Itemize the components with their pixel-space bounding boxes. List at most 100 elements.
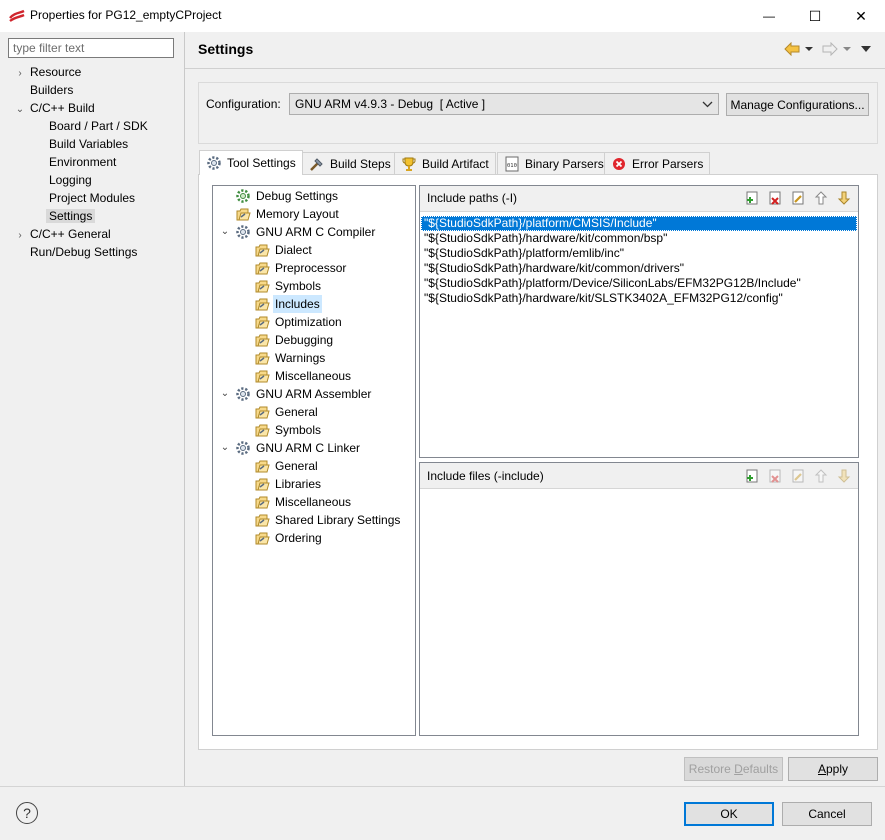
nav-item-build-variables[interactable]: Build Variables <box>13 135 181 153</box>
tree-item-memory-layout[interactable]: Memory Layout <box>213 205 415 223</box>
delete-icon[interactable] <box>766 467 784 485</box>
tree-item-label: Ordering <box>275 531 322 545</box>
nav-item-environment[interactable]: Environment <box>13 153 181 171</box>
tree-item-gnu-arm-assembler[interactable]: ⌄ GNU ARM Assembler <box>213 385 415 403</box>
move-down-icon[interactable] <box>835 189 853 207</box>
tree-item-ordering[interactable]: Ordering <box>213 529 415 547</box>
add-icon[interactable] <box>743 189 761 207</box>
tree-item-dialect[interactable]: Dialect <box>213 241 415 259</box>
forward-button[interactable] <box>822 41 852 57</box>
tree-item-label: Libraries <box>275 477 322 491</box>
nav-item-resource[interactable]: › Resource <box>13 63 181 81</box>
option-page-icon <box>254 494 270 510</box>
error-parser-icon <box>613 157 625 170</box>
tree-item-preprocessor[interactable]: Preprocessor <box>213 259 415 277</box>
tree-item-label: Preprocessor <box>275 261 347 275</box>
tree-item-optimization[interactable]: Optimization <box>213 313 415 331</box>
view-menu-button[interactable] <box>860 41 872 57</box>
move-up-icon[interactable] <box>812 189 830 207</box>
tab-build-artifact[interactable]: Build Artifact <box>394 152 496 174</box>
apply-button[interactable]: Apply <box>788 757 878 781</box>
trophy-icon <box>402 157 416 171</box>
nav-item-c-c-build[interactable]: ⌄ C/C++ Build <box>13 99 181 117</box>
include-paths-list[interactable]: "${StudioSdkPath}/platform/CMSIS/Include… <box>421 216 857 306</box>
tree-item-label: General <box>275 459 318 473</box>
move-down-icon[interactable] <box>835 467 853 485</box>
minimize-button[interactable]: — <box>746 0 792 32</box>
expanded-chevron-icon[interactable]: ⌄ <box>13 101 27 119</box>
header-separator <box>185 68 885 69</box>
nav-item-label: Build Variables <box>49 137 129 151</box>
tree-item-miscellaneous[interactable]: Miscellaneous <box>213 493 415 511</box>
option-page-icon <box>254 512 270 528</box>
option-page-icon <box>254 296 270 312</box>
tab-error-parsers[interactable]: Error Parsers <box>604 152 711 174</box>
include-files-toolbar <box>743 467 853 485</box>
tab-build-steps[interactable]: Build Steps <box>302 152 398 174</box>
ok-button[interactable]: OK <box>684 802 774 826</box>
tab-binary-parsers[interactable]: 010 Binary Parsers <box>497 152 611 174</box>
tree-item-general[interactable]: General <box>213 457 415 475</box>
nav-item-logging[interactable]: Logging <box>13 171 181 189</box>
tool-gear-icon <box>235 386 251 402</box>
nav-item-label: Settings <box>46 209 96 223</box>
back-button[interactable] <box>784 41 814 57</box>
nav-item-builders[interactable]: Builders <box>13 81 181 99</box>
expanded-chevron-icon[interactable]: ⌄ <box>219 385 231 403</box>
tree-item-libraries[interactable]: Libraries <box>213 475 415 493</box>
nav-item-run-debug-settings[interactable]: Run/Debug Settings <box>13 243 181 261</box>
minimize-icon: — <box>763 9 775 23</box>
nav-item-label: Resource <box>30 65 82 79</box>
tool-gear-icon <box>235 224 251 240</box>
edit-icon[interactable] <box>789 467 807 485</box>
tree-item-warnings[interactable]: Warnings <box>213 349 415 367</box>
nav-item-board-part-sdk[interactable]: Board / Part / SDK <box>13 117 181 135</box>
tree-item-gnu-arm-c-compiler[interactable]: ⌄ GNU ARM C Compiler <box>213 223 415 241</box>
delete-icon[interactable] <box>766 189 784 207</box>
include-path-row[interactable]: "${StudioSdkPath}/hardware/kit/common/dr… <box>421 261 857 276</box>
filter-input[interactable] <box>8 38 174 58</box>
view-menu-icon <box>861 46 871 52</box>
add-icon[interactable] <box>743 467 761 485</box>
tree-item-shared-library-settings[interactable]: Shared Library Settings <box>213 511 415 529</box>
nav-item-project-modules[interactable]: Project Modules <box>13 189 181 207</box>
tree-item-debugging[interactable]: Debugging <box>213 331 415 349</box>
tree-item-general[interactable]: General <box>213 403 415 421</box>
include-path-row[interactable]: "${StudioSdkPath}/hardware/kit/common/bs… <box>421 231 857 246</box>
tree-item-includes[interactable]: Includes <box>213 295 415 313</box>
cancel-button[interactable]: Cancel <box>782 802 872 826</box>
maximize-button[interactable]: ☐ <box>792 0 838 32</box>
tree-item-miscellaneous[interactable]: Miscellaneous <box>213 367 415 385</box>
include-path-row[interactable]: "${StudioSdkPath}/platform/emlib/inc" <box>421 246 857 261</box>
edit-icon[interactable] <box>789 189 807 207</box>
tab-tool-settings[interactable]: Tool Settings <box>199 150 303 175</box>
option-page-icon <box>254 350 270 366</box>
option-page-icon <box>254 530 270 546</box>
nav-item-label: Environment <box>49 155 117 169</box>
move-up-icon[interactable] <box>812 467 830 485</box>
include-path-row[interactable]: "${StudioSdkPath}/platform/Device/Silico… <box>421 276 857 291</box>
help-button[interactable]: ? <box>16 802 38 824</box>
tree-item-debug-settings[interactable]: Debug Settings <box>213 187 415 205</box>
tree-item-label: Debugging <box>275 333 334 347</box>
nav-item-c-c-general[interactable]: › C/C++ General <box>13 225 181 243</box>
nav-item-settings[interactable]: Settings <box>13 207 181 225</box>
tree-item-label: Optimization <box>275 315 342 329</box>
tree-item-symbols[interactable]: Symbols <box>213 421 415 439</box>
include-path-row[interactable]: "${StudioSdkPath}/hardware/kit/SLSTK3402… <box>421 291 857 306</box>
expanded-chevron-icon[interactable]: ⌄ <box>219 223 231 241</box>
help-icon: ? <box>23 805 31 821</box>
sash-divider[interactable] <box>184 32 185 786</box>
include-files-list[interactable] <box>421 493 857 734</box>
tree-item-symbols[interactable]: Symbols <box>213 277 415 295</box>
include-path-row[interactable]: "${StudioSdkPath}/platform/CMSIS/Include… <box>421 216 857 231</box>
option-page-icon <box>254 458 270 474</box>
option-page-icon <box>254 368 270 384</box>
close-button[interactable]: ✕ <box>838 0 884 32</box>
tree-item-gnu-arm-c-linker[interactable]: ⌄ GNU ARM C Linker <box>213 439 415 457</box>
expanded-chevron-icon[interactable]: ⌄ <box>219 439 231 457</box>
configuration-select[interactable]: GNU ARM v4.9.3 - Debug [ Active ] <box>289 93 719 115</box>
manage-configurations-button[interactable]: Manage Configurations... <box>726 93 869 116</box>
option-page-icon <box>254 404 270 420</box>
restore-defaults-button[interactable]: Restore Defaults <box>684 757 783 781</box>
